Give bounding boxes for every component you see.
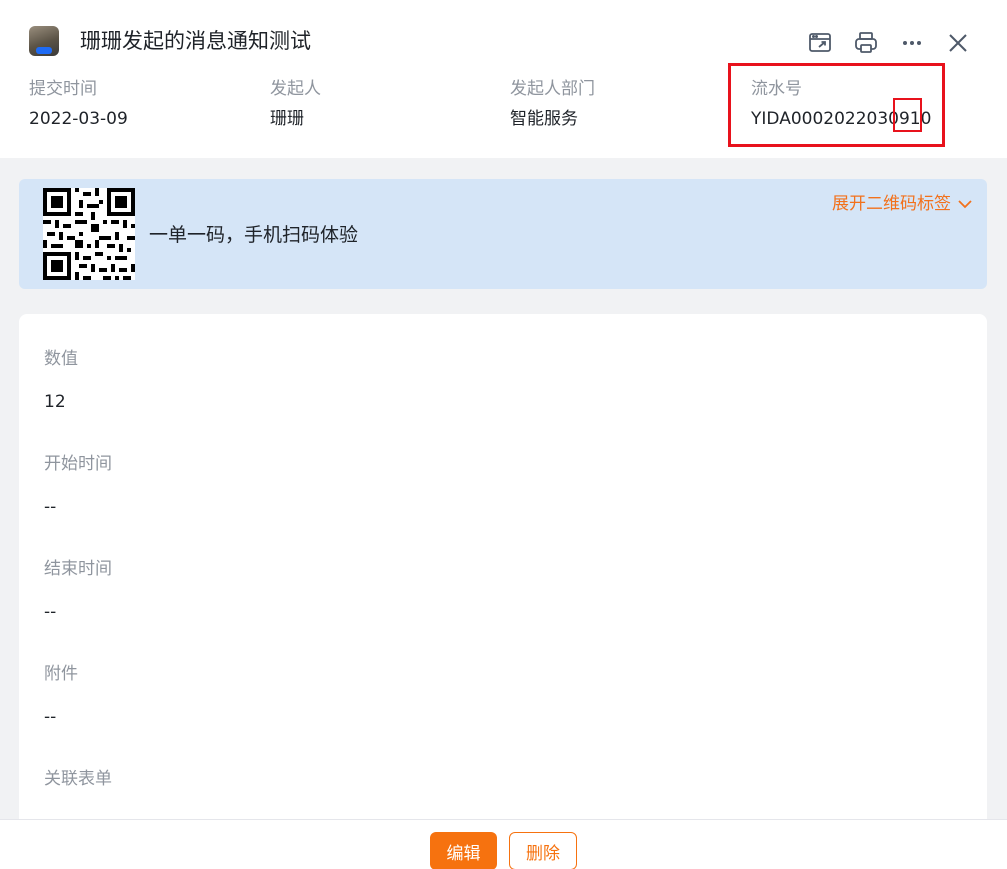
meta-initiator: 发起人 珊珊: [270, 78, 321, 130]
field-value: --: [44, 602, 57, 622]
field-label: 开始时间: [44, 454, 112, 474]
expand-qr-label-button[interactable]: 展开二维码标签: [832, 193, 973, 215]
field-label: 关联表单: [44, 769, 112, 789]
field-start-time: 开始时间 --: [44, 453, 112, 518]
field-label: 数值: [44, 349, 78, 369]
open-in-new-window-button[interactable]: [803, 28, 837, 58]
page-title: 珊珊发起的消息通知测试: [80, 29, 311, 53]
header: 珊珊发起的消息通知测试 提交时间 2022-03-09 发起人 珊珊 发起人部门…: [0, 0, 1007, 158]
print-button[interactable]: [849, 28, 883, 58]
meta-department: 发起人部门 智能服务: [510, 78, 595, 130]
meta-submit-time: 提交时间 2022-03-09: [29, 78, 128, 130]
qr-banner: 一单一码，手机扫码体验 展开二维码标签: [19, 179, 987, 289]
toolbar: [803, 28, 975, 58]
qr-code-image: [43, 188, 135, 280]
delete-button[interactable]: 删除: [509, 832, 577, 869]
qr-banner-text: 一单一码，手机扫码体验: [149, 224, 359, 246]
meta-label: 发起人部门: [510, 79, 595, 99]
print-icon: [855, 32, 877, 53]
logo-badge: [36, 47, 52, 54]
close-icon: [949, 34, 967, 52]
action-footer: 编辑 删除: [0, 819, 1007, 869]
open-in-new-window-icon: [809, 33, 831, 52]
more-button[interactable]: [895, 28, 929, 58]
field-number: 数值 12: [44, 348, 78, 413]
chevron-down-icon: [958, 200, 972, 209]
meta-label: 发起人: [270, 79, 321, 99]
meta-value: 智能服务: [510, 109, 578, 129]
field-value: --: [44, 497, 57, 517]
meta-value: 2022-03-09: [29, 109, 128, 129]
more-icon: [903, 41, 921, 45]
field-label: 结束时间: [44, 559, 112, 579]
field-attachment: 附件 --: [44, 663, 78, 728]
field-value: 12: [44, 392, 66, 412]
meta-value: 珊珊: [270, 109, 304, 129]
field-value: --: [44, 707, 57, 727]
field-end-time: 结束时间 --: [44, 558, 112, 623]
meta-label: 提交时间: [29, 79, 97, 99]
field-label: 附件: [44, 664, 78, 684]
form-detail-card: 数值 12 开始时间 -- 结束时间 -- 附件 -- 关联表单 --: [19, 314, 987, 834]
close-button[interactable]: [941, 28, 975, 58]
annotation-highlight-digits: [893, 98, 922, 132]
expand-qr-label-text: 展开二维码标签: [832, 194, 951, 214]
edit-button[interactable]: 编辑: [430, 832, 497, 869]
app-logo: [29, 26, 59, 56]
